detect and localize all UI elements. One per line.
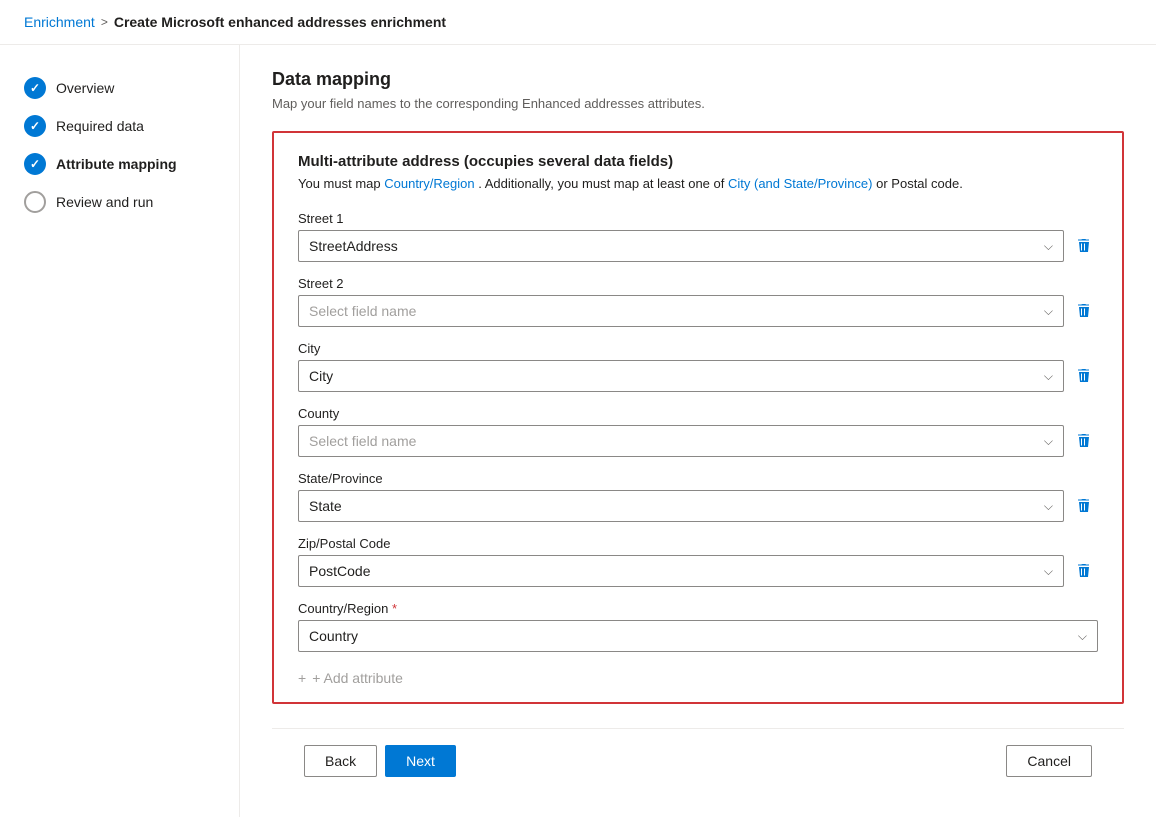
breadcrumb-separator: >: [101, 15, 108, 29]
label-country-region: Country/Region *: [298, 601, 1098, 616]
select-wrapper-street2: Select field name ⌵: [298, 295, 1098, 327]
desc-suffix: or Postal code.: [876, 176, 963, 191]
select-wrapper-county: Select field name ⌵: [298, 425, 1098, 457]
step-icon-attribute-mapping: [24, 153, 46, 175]
required-asterisk: *: [392, 601, 397, 616]
sidebar-label-review-run: Review and run: [56, 194, 153, 210]
cancel-button[interactable]: Cancel: [1006, 745, 1092, 777]
select-value-city: City: [309, 368, 1044, 384]
sidebar-label-attribute-mapping: Attribute mapping: [56, 156, 177, 172]
select-wrapper-zip: PostCode ⌵: [298, 555, 1098, 587]
select-wrapper-state: State ⌵: [298, 490, 1098, 522]
page-layout: Overview Required data Attribute mapping…: [0, 45, 1156, 817]
page-subtitle: Map your field names to the correspondin…: [272, 96, 1124, 111]
step-icon-required-data: [24, 115, 46, 137]
select-value-country: Country: [309, 628, 1078, 644]
label-street1: Street 1: [298, 211, 1098, 226]
desc-link-city: City (and State/Province): [728, 176, 873, 191]
select-state[interactable]: State ⌵: [298, 490, 1064, 522]
select-county[interactable]: Select field name ⌵: [298, 425, 1064, 457]
delete-button-state[interactable]: [1070, 492, 1098, 520]
field-street1: Street 1 StreetAddress ⌵: [298, 211, 1098, 262]
field-county: County Select field name ⌵: [298, 406, 1098, 457]
breadcrumb: Enrichment > Create Microsoft enhanced a…: [0, 0, 1156, 45]
select-placeholder-street2: Select field name: [309, 303, 1044, 319]
next-button[interactable]: Next: [385, 745, 456, 777]
label-state-province: State/Province: [298, 471, 1098, 486]
sidebar-item-overview[interactable]: Overview: [0, 69, 239, 107]
sidebar: Overview Required data Attribute mapping…: [0, 45, 240, 817]
step-icon-overview: [24, 77, 46, 99]
step-icon-review-run: [24, 191, 46, 213]
chevron-down-icon-state: ⌵: [1044, 499, 1053, 514]
delete-button-street2[interactable]: [1070, 297, 1098, 325]
select-country[interactable]: Country ⌵: [298, 620, 1098, 652]
chevron-down-icon-country: ⌵: [1078, 629, 1087, 644]
desc-prefix: You must map: [298, 176, 384, 191]
delete-button-county[interactable]: [1070, 427, 1098, 455]
field-country-region: Country/Region * Country ⌵: [298, 601, 1098, 652]
desc-link-country: Country/Region: [384, 176, 474, 191]
delete-button-zip[interactable]: [1070, 557, 1098, 585]
select-value-street1: StreetAddress: [309, 238, 1044, 254]
breadcrumb-current: Create Microsoft enhanced addresses enri…: [114, 14, 446, 30]
sidebar-item-review-run[interactable]: Review and run: [0, 183, 239, 221]
field-city: City City ⌵: [298, 341, 1098, 392]
field-state-province: State/Province State ⌵: [298, 471, 1098, 522]
delete-button-city[interactable]: [1070, 362, 1098, 390]
label-zip-postal: Zip/Postal Code: [298, 536, 1098, 551]
select-wrapper-country: Country ⌵: [298, 620, 1098, 652]
chevron-down-icon-street1: ⌵: [1044, 239, 1053, 254]
mapping-card: Multi-attribute address (occupies severa…: [272, 131, 1124, 704]
breadcrumb-link[interactable]: Enrichment: [24, 14, 95, 30]
sidebar-label-required-data: Required data: [56, 118, 144, 134]
label-city: City: [298, 341, 1098, 356]
select-street2[interactable]: Select field name ⌵: [298, 295, 1064, 327]
add-attribute-label: + Add attribute: [312, 670, 403, 686]
label-street2: Street 2: [298, 276, 1098, 291]
desc-middle: . Additionally, you must map at least on…: [478, 176, 728, 191]
card-title: Multi-attribute address (occupies severa…: [298, 153, 1098, 170]
chevron-down-icon-city: ⌵: [1044, 369, 1053, 384]
select-placeholder-county: Select field name: [309, 433, 1044, 449]
select-wrapper-city: City ⌵: [298, 360, 1098, 392]
sidebar-item-required-data[interactable]: Required data: [0, 107, 239, 145]
select-city[interactable]: City ⌵: [298, 360, 1064, 392]
delete-button-street1[interactable]: [1070, 232, 1098, 260]
select-zip[interactable]: PostCode ⌵: [298, 555, 1064, 587]
select-value-state: State: [309, 498, 1044, 514]
main-content: Data mapping Map your field names to the…: [240, 45, 1156, 817]
sidebar-item-attribute-mapping[interactable]: Attribute mapping: [0, 145, 239, 183]
chevron-down-icon-county: ⌵: [1044, 434, 1053, 449]
chevron-down-icon-street2: ⌵: [1044, 304, 1053, 319]
select-value-zip: PostCode: [309, 563, 1044, 579]
select-street1[interactable]: StreetAddress ⌵: [298, 230, 1064, 262]
footer: Back Next Cancel: [272, 728, 1124, 793]
back-button[interactable]: Back: [304, 745, 377, 777]
chevron-down-icon-zip: ⌵: [1044, 564, 1053, 579]
select-wrapper-street1: StreetAddress ⌵: [298, 230, 1098, 262]
sidebar-label-overview: Overview: [56, 80, 114, 96]
field-street2: Street 2 Select field name ⌵: [298, 276, 1098, 327]
add-attribute-button: + + Add attribute: [298, 666, 1098, 690]
card-description: You must map Country/Region . Additional…: [298, 176, 1098, 191]
label-county: County: [298, 406, 1098, 421]
page-title: Data mapping: [272, 69, 1124, 90]
plus-icon: +: [298, 670, 306, 686]
field-zip-postal: Zip/Postal Code PostCode ⌵: [298, 536, 1098, 587]
